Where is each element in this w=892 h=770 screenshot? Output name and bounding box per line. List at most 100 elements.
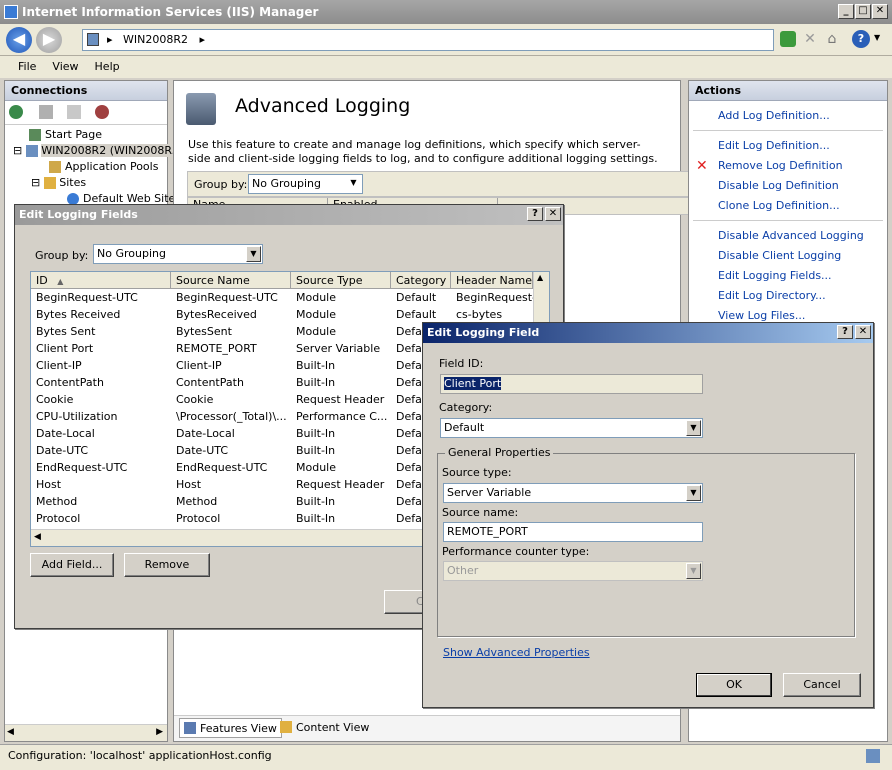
add-field-button[interactable]: Add Field...	[30, 553, 114, 577]
back-button[interactable]: ◀	[6, 27, 32, 53]
table-cell: Bytes Sent	[36, 325, 96, 338]
close-button[interactable]: ✕	[872, 4, 888, 19]
tree-item[interactable]: Start Page	[5, 127, 167, 143]
tab-features-view[interactable]: Features View	[179, 718, 282, 738]
start-page-icon	[29, 129, 41, 141]
table-cell: BeginRequest-UTC	[36, 291, 138, 304]
table-cell: Date-Local	[36, 427, 95, 440]
table-cell: Client Port	[36, 342, 94, 355]
dropdown-arrow-icon: ▼	[686, 485, 701, 501]
group-by-select[interactable]: No Grouping ▼	[248, 174, 363, 194]
table-cell: Built-In	[296, 512, 336, 525]
menu-file[interactable]: File	[10, 56, 44, 73]
window-title: Internet Information Services (IIS) Mana…	[22, 5, 319, 19]
table-row[interactable]: Bytes Received BytesReceived Module Default…	[31, 306, 549, 323]
table-cell: Cookie	[36, 393, 74, 406]
up-level-icon[interactable]	[67, 105, 81, 119]
action-edit-log-definition[interactable]: Edit Log Definition...	[689, 136, 887, 156]
action-disable-advanced-logging[interactable]: Disable Advanced Logging	[689, 226, 887, 246]
source-name-input[interactable]: REMOTE_PORT	[443, 522, 703, 542]
source-name-label: Source name:	[442, 506, 519, 519]
close-button[interactable]: ✕	[855, 325, 871, 339]
table-cell: Client-IP	[176, 359, 222, 372]
ok-button[interactable]: OK	[696, 673, 772, 697]
page-title: Advanced Logging	[235, 95, 411, 117]
address-box[interactable]: ▸ WIN2008R2 ▸	[82, 29, 774, 51]
field-id-label: Field ID:	[439, 357, 484, 370]
group-by-select[interactable]: No Grouping ▼	[93, 244, 263, 264]
table-cell: BeginRequest-...	[456, 291, 533, 304]
app-icon	[4, 5, 18, 19]
menu-bar: File View Help	[0, 56, 892, 78]
action-edit-logging-fields[interactable]: Edit Logging Fields...	[689, 266, 887, 286]
perf-counter-select[interactable]: Other ▼	[443, 561, 703, 581]
forward-button[interactable]: ▶	[36, 27, 62, 53]
tree-item[interactable]: ⊟ WIN2008R2 (WIN2008R...	[5, 143, 183, 159]
remove-field-button[interactable]: Remove	[124, 553, 210, 577]
delete-connection-icon[interactable]	[95, 105, 109, 119]
group-by-label: Group by:	[35, 249, 89, 262]
action-clone-log-definition[interactable]: Clone Log Definition...	[689, 196, 887, 216]
connections-title: Connections	[5, 81, 167, 101]
category-select[interactable]: Default ▼	[440, 418, 703, 438]
refresh-icon[interactable]	[780, 31, 796, 47]
menu-view[interactable]: View	[44, 56, 86, 73]
table-cell: Host	[36, 478, 62, 491]
tab-content-view[interactable]: Content View	[278, 718, 373, 738]
breadcrumb-server[interactable]: WIN2008R2	[123, 33, 188, 46]
collapse-icon[interactable]: ⊟	[31, 176, 40, 189]
stop-icon[interactable]: ✕	[802, 31, 818, 47]
column-category[interactable]: Category	[391, 272, 451, 288]
column-header-name[interactable]: Header Name	[451, 272, 533, 288]
action-remove-log-definition[interactable]: ✕ Remove Log Definition	[689, 156, 887, 176]
table-cell: Default	[396, 308, 437, 321]
help-button[interactable]: ?	[837, 325, 853, 339]
table-cell: Built-In	[296, 376, 336, 389]
action-edit-log-directory[interactable]: Edit Log Directory...	[689, 286, 887, 306]
table-cell: Module	[296, 291, 336, 304]
action-disable-log-definition[interactable]: Disable Log Definition	[689, 176, 887, 196]
tree-item[interactable]: ⊟ Sites	[5, 175, 167, 191]
action-disable-client-logging[interactable]: Disable Client Logging	[689, 246, 887, 266]
source-type-select[interactable]: Server Variable ▼	[443, 483, 703, 503]
column-source-type[interactable]: Source Type	[291, 272, 391, 288]
connect-icon[interactable]	[9, 105, 23, 119]
action-add-log-definition[interactable]: Add Log Definition...	[689, 106, 887, 126]
features-view-icon	[184, 722, 196, 734]
dropdown-arrow-icon: ▼	[686, 420, 701, 436]
group-by-label: Group by:	[194, 178, 248, 191]
table-cell: Protocol	[176, 512, 221, 525]
horizontal-scrollbar[interactable]: ◀ ▶	[5, 724, 167, 741]
address-bar: ◀ ▶ ▸ WIN2008R2 ▸ ✕ ⌂ ? ▼	[0, 24, 892, 56]
dropdown-arrow-icon: ▼	[346, 176, 361, 192]
table-row[interactable]: BeginRequest-UTC BeginRequest-UTC Module De…	[31, 289, 549, 306]
collapse-icon[interactable]: ⊟	[13, 144, 22, 157]
table-cell: \Processor(_Total)\...	[176, 410, 287, 423]
table-cell: Host	[176, 478, 202, 491]
tree-item[interactable]: Application Pools	[5, 159, 167, 175]
cancel-button[interactable]: Cancel	[783, 673, 861, 697]
table-cell: Bytes Received	[36, 308, 121, 321]
table-cell: ContentPath	[176, 376, 244, 389]
maximize-button[interactable]: □	[855, 4, 871, 19]
up-icon[interactable]: ⌂	[824, 31, 840, 47]
app-pools-icon	[49, 161, 61, 173]
remove-icon: ✕	[696, 158, 708, 174]
server-icon	[87, 33, 99, 46]
breadcrumb-chevron-icon: ▸	[107, 33, 113, 46]
column-id[interactable]: ID ▲	[31, 272, 171, 288]
save-icon[interactable]	[39, 105, 53, 119]
help-icon[interactable]: ?	[852, 30, 870, 48]
show-advanced-link[interactable]: Show Advanced Properties	[443, 646, 590, 659]
minimize-button[interactable]: _	[838, 4, 854, 19]
field-id-input[interactable]: Client Port	[440, 374, 703, 394]
network-icon	[866, 749, 880, 763]
help-button[interactable]: ?	[527, 207, 543, 221]
column-source-name[interactable]: Source Name	[171, 272, 291, 288]
menu-help[interactable]: Help	[87, 56, 128, 73]
table-cell: Cookie	[176, 393, 214, 406]
table-cell: Date-UTC	[36, 444, 89, 457]
help-dropdown-icon[interactable]: ▼	[874, 33, 880, 42]
dialog-title: Edit Logging Field	[427, 326, 540, 339]
close-button[interactable]: ✕	[545, 207, 561, 221]
